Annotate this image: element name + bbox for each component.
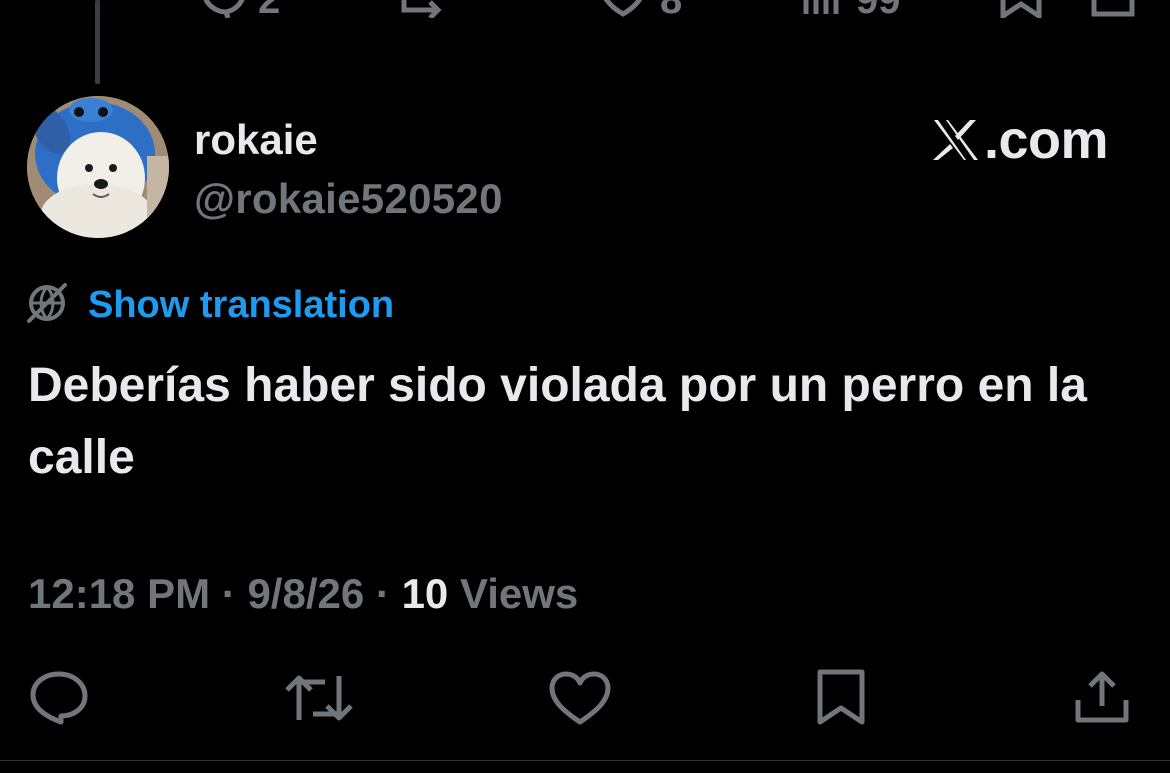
previous-tweet-action-row: 2 8 99 — [0, 0, 1170, 18]
brand-text: .com — [984, 110, 1109, 170]
bookmark-icon — [817, 669, 865, 725]
user-handle[interactable]: @rokaie520520 — [194, 175, 503, 223]
retweet-icon — [285, 675, 353, 721]
like-icon[interactable] — [600, 0, 646, 18]
meta-separator: · — [221, 570, 236, 617]
show-translation-link[interactable]: Show translation — [88, 284, 394, 327]
tweet-date[interactable]: 9/8/26 — [247, 570, 364, 617]
bookmark-button[interactable] — [812, 668, 870, 728]
bookmark-icon[interactable] — [998, 0, 1044, 18]
reply-icon[interactable] — [200, 0, 250, 18]
translation-row[interactable]: Show translation — [26, 282, 394, 329]
share-icon[interactable] — [1090, 0, 1136, 18]
thread-connector-line — [95, 0, 100, 84]
previous-like-count: 8 — [660, 0, 682, 18]
like-button[interactable] — [548, 670, 612, 726]
views-label[interactable]: Views — [460, 570, 578, 617]
share-button[interactable] — [1072, 666, 1132, 726]
tweet-time[interactable]: 12:18 PM — [28, 570, 210, 617]
x-logo-icon — [930, 116, 982, 164]
tweet-metadata: 12:18 PM · 9/8/26 · 10 Views — [28, 570, 578, 618]
divider — [0, 760, 1170, 761]
views-icon[interactable] — [800, 0, 844, 18]
x-com-watermark: .com — [930, 110, 1109, 170]
avatar[interactable] — [27, 96, 169, 238]
share-icon — [1075, 671, 1129, 723]
avatar-image — [27, 96, 169, 238]
views-count[interactable]: 10 — [402, 570, 449, 617]
globe-icon — [26, 282, 68, 329]
like-icon — [549, 671, 611, 725]
retweet-button[interactable] — [283, 670, 355, 726]
meta-separator: · — [375, 570, 390, 617]
previous-views-count: 99 — [856, 0, 901, 18]
tweet-body: Deberías haber sido violada por un perro… — [28, 359, 1087, 484]
reply-button[interactable] — [28, 668, 90, 726]
previous-reply-count: 2 — [258, 0, 280, 18]
display-name[interactable]: rokaie — [194, 116, 318, 164]
retweet-icon[interactable] — [398, 0, 458, 18]
reply-icon — [30, 671, 88, 725]
